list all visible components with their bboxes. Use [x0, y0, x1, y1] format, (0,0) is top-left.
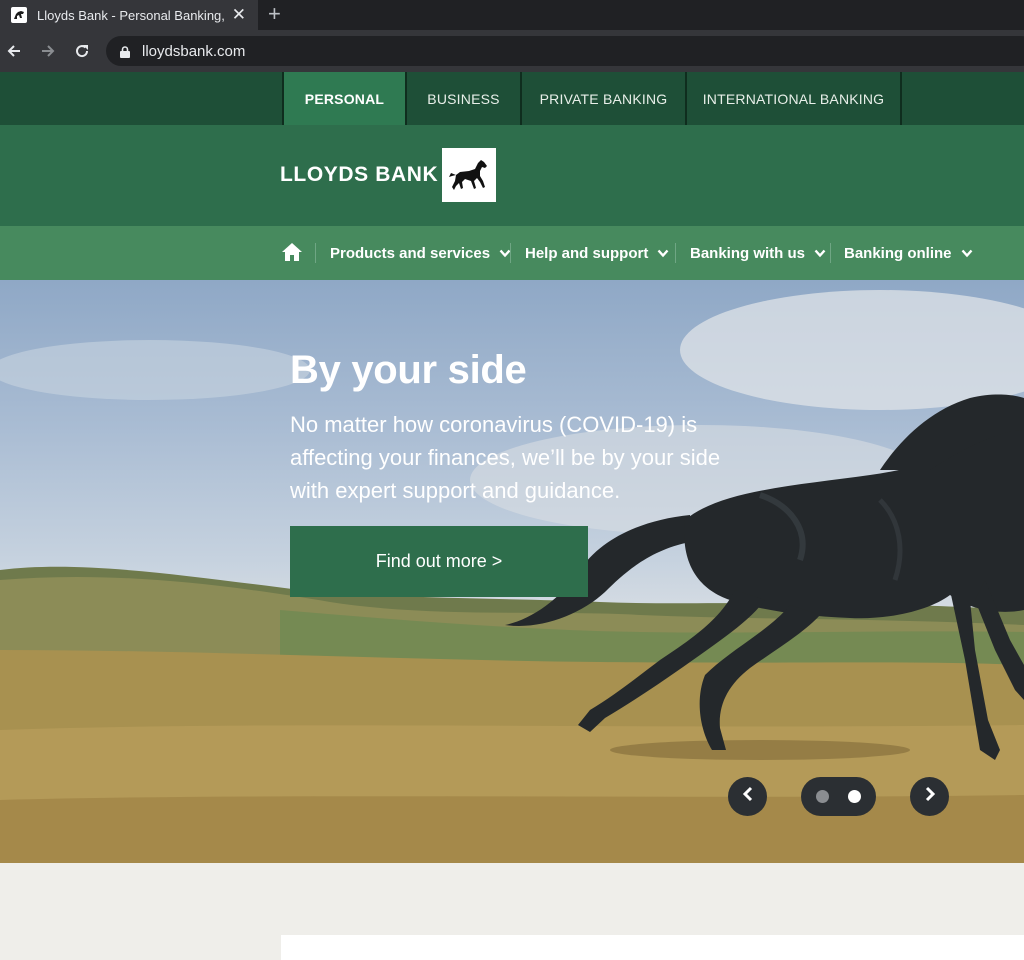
- close-icon[interactable]: ✕: [232, 6, 246, 23]
- content-panel: [281, 935, 1024, 960]
- tab-private-banking[interactable]: PRIVATE BANKING: [522, 72, 687, 125]
- nav-banking-with-us[interactable]: Banking with us: [690, 226, 826, 280]
- forward-arrow-icon[interactable]: [37, 40, 59, 62]
- hero-description: No matter how coronavirus (COVID-19) is …: [290, 412, 721, 503]
- brand-header: LLOYDS BANK: [0, 125, 1024, 226]
- back-arrow-icon[interactable]: [3, 40, 25, 62]
- nav-banking-online[interactable]: Banking online: [844, 226, 973, 280]
- nav-item-label: Banking online: [844, 244, 952, 262]
- segment-nav: PERSONAL BUSINESS PRIVATE BANKING INTERN…: [0, 72, 1024, 125]
- chevron-right-icon: [923, 786, 937, 807]
- chevron-down-icon: [961, 245, 973, 262]
- browser-toolbar: lloydsbank.com: [0, 30, 1024, 72]
- plus-icon[interactable]: +: [268, 3, 281, 25]
- nav-divider: [315, 243, 316, 263]
- hero-banner: By your side No matter how coronavirus (…: [0, 280, 1024, 863]
- nav-divider: [675, 243, 676, 263]
- nav-item-label: Products and services: [330, 244, 491, 262]
- nav-divider: [510, 243, 511, 263]
- chevron-down-icon: [657, 245, 669, 262]
- carousel-dot-2[interactable]: [848, 790, 861, 803]
- browser-tab[interactable]: Lloyds Bank - Personal Banking, P ✕: [0, 0, 258, 30]
- carousel-next-button[interactable]: [910, 777, 949, 816]
- reload-icon[interactable]: [71, 40, 93, 62]
- black-horse-icon[interactable]: [442, 148, 496, 202]
- url-text: lloydsbank.com: [142, 43, 246, 60]
- main-nav: Products and services Help and support B…: [0, 226, 1024, 280]
- browser-tab-bar: Lloyds Bank - Personal Banking, P ✕ +: [0, 0, 1024, 30]
- carousel-indicators: [801, 777, 876, 816]
- lloyds-favicon-icon: [11, 7, 27, 23]
- nav-help-and-support[interactable]: Help and support: [525, 226, 669, 280]
- content-area: [0, 863, 1024, 960]
- nav-products-and-services[interactable]: Products and services: [330, 226, 511, 280]
- find-out-more-button[interactable]: Find out more >: [290, 526, 588, 597]
- home-icon[interactable]: [281, 242, 303, 267]
- hero-title: By your side: [290, 348, 527, 392]
- address-bar[interactable]: lloydsbank.com: [106, 36, 1024, 66]
- chevron-left-icon: [741, 786, 755, 807]
- carousel-dot-1[interactable]: [816, 790, 829, 803]
- nav-item-label: Banking with us: [690, 244, 806, 262]
- nav-item-label: Help and support: [525, 244, 649, 262]
- nav-divider: [830, 243, 831, 263]
- tab-personal[interactable]: PERSONAL: [282, 72, 407, 125]
- tab-title: Lloyds Bank - Personal Banking, P: [37, 7, 225, 23]
- brand-name[interactable]: LLOYDS BANK: [280, 163, 438, 187]
- carousel-prev-button[interactable]: [728, 777, 767, 816]
- chevron-down-icon: [814, 245, 826, 262]
- lock-icon: [120, 45, 130, 63]
- tab-business[interactable]: BUSINESS: [407, 72, 522, 125]
- tab-international-banking[interactable]: INTERNATIONAL BANKING: [687, 72, 902, 125]
